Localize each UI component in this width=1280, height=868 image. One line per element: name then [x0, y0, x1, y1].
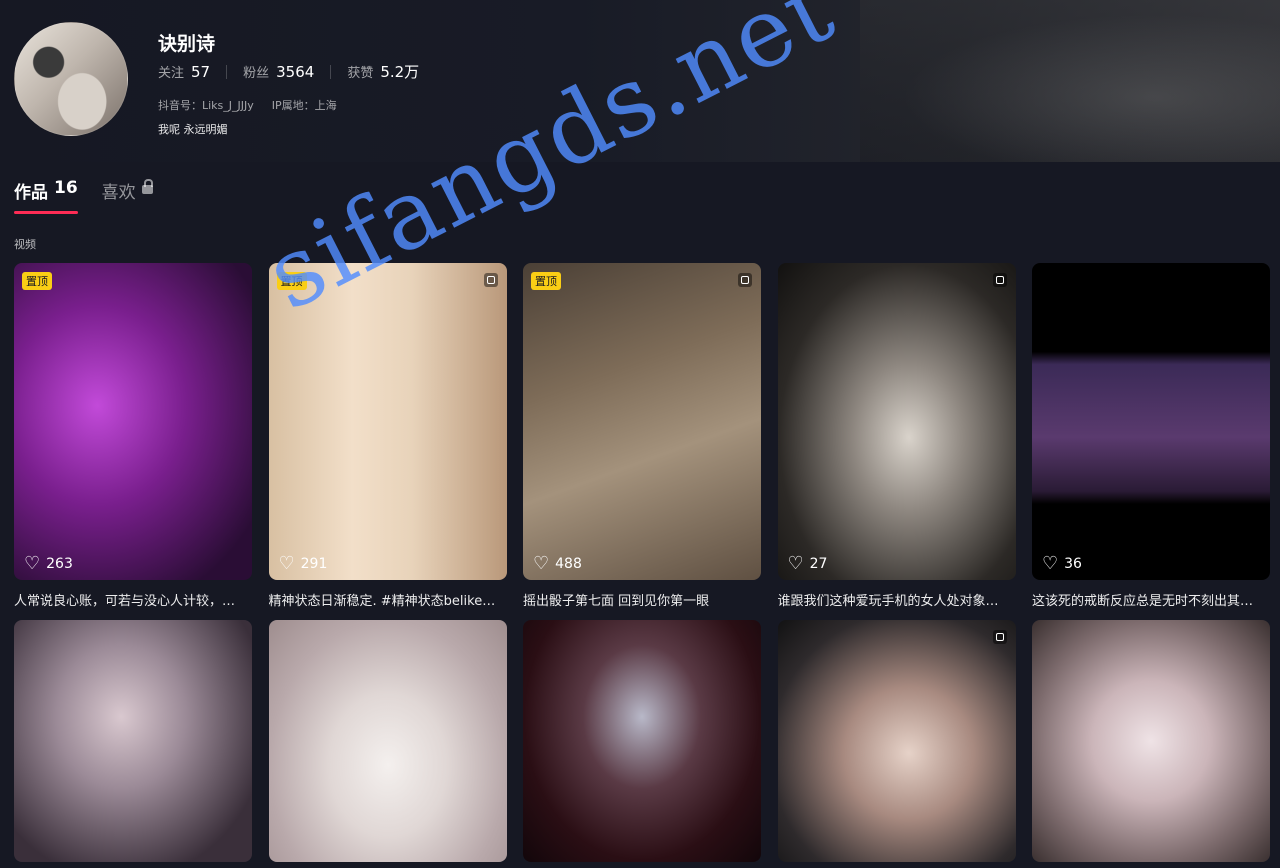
- video-caption[interactable]: 谁跟我们这种爱玩手机的女人处对象…: [778, 590, 1016, 610]
- video-card[interactable]: [523, 620, 761, 862]
- video-thumbnail[interactable]: 置顶 ♡ 488: [523, 263, 761, 580]
- video-card[interactable]: 置顶 ♡ 291 精神状态日渐稳定. #精神状态belike…: [268, 263, 507, 610]
- video-caption[interactable]: 人常说良心账，可若与没心人计较，…: [14, 590, 252, 610]
- ip-location: IP属地：上海: [271, 99, 337, 112]
- gallery-icon: [992, 273, 1007, 287]
- profile-stats: 关注 57 粉丝 3564 获赞 5.2万: [158, 61, 419, 82]
- video-card[interactable]: ♡ 36 这该死的戒断反应总是无时不刻出其…: [1032, 263, 1270, 610]
- video-card[interactable]: 置顶 ♡ 488 摇出骰子第七面 回到见你第一眼: [523, 263, 761, 610]
- like-count-value: 263: [46, 556, 73, 572]
- tab-works-label: 作品: [14, 183, 48, 203]
- heart-icon: ♡: [787, 553, 804, 574]
- like-count-value: 488: [555, 556, 582, 572]
- video-thumbnail[interactable]: 置顶 ♡ 263: [14, 263, 252, 580]
- video-card[interactable]: [777, 620, 1016, 862]
- gallery-icon: [738, 273, 752, 287]
- like-count: ♡ 27: [788, 555, 828, 573]
- profile-tabs: 作品 16 喜欢: [14, 178, 153, 214]
- following-label: 关注: [158, 66, 185, 81]
- douyin-id: 抖音号：Liks_J_JJJy: [158, 99, 254, 112]
- video-card[interactable]: [14, 620, 252, 862]
- tab-likes-label: 喜欢: [101, 183, 136, 203]
- gallery-icon: [483, 273, 498, 287]
- like-count: ♡ 291: [279, 555, 328, 573]
- video-thumbnail[interactable]: [777, 620, 1016, 862]
- pinned-badge: 置顶: [531, 272, 561, 290]
- profile-name: 诀别诗: [158, 33, 216, 55]
- pinned-badge: 置顶: [276, 272, 307, 290]
- video-caption[interactable]: 精神状态日渐稳定. #精神状态belike…: [269, 590, 507, 610]
- avatar[interactable]: [14, 22, 128, 136]
- video-card[interactable]: ♡ 27 谁跟我们这种爱玩手机的女人处对象…: [777, 263, 1016, 610]
- video-card[interactable]: [1032, 620, 1270, 862]
- tab-works-count: 16: [54, 178, 78, 198]
- like-count-value: 27: [809, 556, 828, 572]
- following-stat[interactable]: 关注 57: [158, 62, 210, 81]
- likes-count: 5.2万: [380, 63, 420, 81]
- tab-works[interactable]: 作品 16: [14, 178, 78, 214]
- video-caption[interactable]: 摇出骰子第七面 回到见你第一眼: [523, 590, 761, 610]
- stat-divider: [226, 64, 228, 79]
- video-card[interactable]: 置顶 ♡ 263 人常说良心账，可若与没心人计较，…: [14, 263, 252, 610]
- heart-icon: ♡: [1042, 553, 1059, 574]
- likes-stat: 获赞 5.2万: [347, 61, 419, 82]
- heart-icon: ♡: [533, 553, 550, 574]
- followers-count: 3564: [276, 63, 315, 81]
- video-caption[interactable]: 这该死的戒断反应总是无时不刻出其…: [1032, 590, 1270, 610]
- tab-likes[interactable]: 喜欢: [102, 178, 153, 214]
- heart-icon: ♡: [278, 553, 295, 574]
- header-background-image: [860, 0, 1280, 162]
- stat-divider: [330, 64, 332, 79]
- followers-stat[interactable]: 粉丝 3564: [243, 62, 314, 81]
- like-count: ♡ 263: [24, 555, 73, 573]
- profile-signature: 我呢 永远明媚: [158, 123, 228, 136]
- video-thumbnail[interactable]: [14, 620, 252, 862]
- video-grid: 置顶 ♡ 263 人常说良心账，可若与没心人计较，… 置顶 ♡ 291 精神状态日渐…: [14, 263, 1270, 862]
- like-count: ♡ 488: [533, 555, 582, 573]
- pinned-badge: 置顶: [22, 272, 52, 290]
- video-thumbnail[interactable]: [523, 620, 761, 862]
- section-label: 视频: [14, 238, 36, 251]
- lock-icon: [141, 179, 153, 194]
- like-count: ♡ 36: [1042, 555, 1082, 573]
- video-thumbnail[interactable]: [1032, 620, 1270, 862]
- video-thumbnail[interactable]: 置顶 ♡ 291: [268, 263, 507, 580]
- heart-icon: ♡: [24, 553, 41, 574]
- video-thumbnail[interactable]: ♡ 36: [1032, 263, 1270, 580]
- video-card[interactable]: [268, 620, 507, 862]
- like-count-value: 291: [300, 556, 328, 572]
- profile-meta: 抖音号：Liks_J_JJJy IP属地：上海: [158, 97, 337, 113]
- following-count: 57: [191, 63, 211, 81]
- likes-label: 获赞: [347, 66, 374, 81]
- video-thumbnail[interactable]: [268, 620, 507, 862]
- video-thumbnail[interactable]: ♡ 27: [777, 263, 1016, 580]
- followers-label: 粉丝: [243, 66, 270, 81]
- like-count-value: 36: [1064, 556, 1082, 572]
- gallery-icon: [992, 630, 1007, 644]
